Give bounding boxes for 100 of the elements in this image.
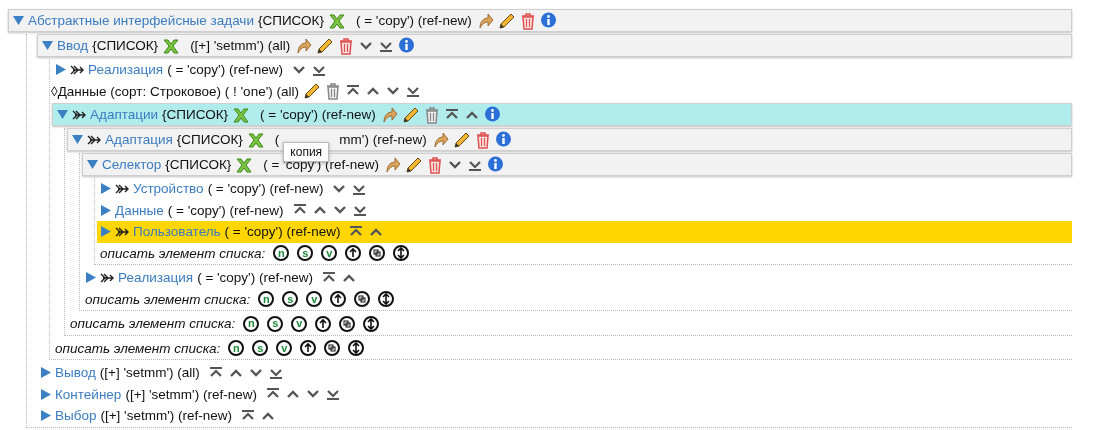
pencil-icon[interactable] [497,11,516,30]
info-icon[interactable] [487,156,505,173]
describe-item-label: описать элемент списка: [85,291,251,307]
circled-arrow-up-icon[interactable] [345,245,362,262]
tree-row[interactable]: Выбор ([+] 'setmm') (ref-new) [37,405,1072,427]
expand-triangle-icon[interactable] [55,64,66,76]
list-name[interactable]: Адаптация [105,132,173,147]
list-tag: {СПИСОК} [165,157,232,172]
curved-arrow-icon[interactable] [294,36,313,55]
letter-circle-button[interactable]: n [258,291,275,308]
trash-icon[interactable] [519,11,536,30]
qualifier-text: ([+] 'setmm') (all) [99,365,200,381]
expand-triangle-icon[interactable] [40,367,51,379]
collapse-triangle-icon[interactable] [13,15,24,26]
tree-row[interactable]: Реализация ( = 'copy') (ref-new) [52,59,1072,81]
letter-circle-button[interactable]: v [306,291,323,308]
cross-icon[interactable] [162,36,181,55]
item-name: Реализация [88,62,164,78]
circled-squares-icon[interactable] [339,315,356,332]
expand-triangle-icon[interactable] [100,183,111,195]
item-name: Пользователь [133,224,221,240]
qualifier-text: ( [274,132,280,147]
item-name: Вывод [55,365,96,381]
list-name[interactable]: Ввод [57,38,89,53]
cross-icon[interactable] [246,130,265,149]
letter-circle-button[interactable]: s [267,315,284,332]
qualifier-text: ( = 'copy') (ref-new) [224,224,341,240]
letter-circle-button[interactable]: n [243,315,260,332]
letter-circle-button[interactable]: s [297,245,314,262]
qualifier-text: ([+] 'setmm') (all) [190,38,291,53]
tree-row[interactable]: Реализация ( = 'copy') (ref-new) [82,267,1072,289]
tree-row[interactable]: Данные ( = 'copy') (ref-new) [97,199,1072,221]
describe-item-label: описать элемент списка: [55,340,221,356]
cross-icon[interactable] [232,105,251,124]
item-name: Данные [115,202,164,218]
expand-triangle-icon[interactable] [100,226,111,238]
trash-icon[interactable] [338,36,355,55]
tooltip: копия [283,141,330,162]
pencil-icon[interactable] [302,82,321,101]
item-name: Устройство [133,181,204,197]
info-icon[interactable] [483,106,501,123]
field-label: Данные (сорт: Строковое) ( ! 'one') (all) [57,83,299,99]
tree-row[interactable]: Вывод ([+] 'setmm') (all) [37,362,1072,384]
collapse-triangle-icon[interactable] [57,109,68,120]
info-icon[interactable] [494,131,512,148]
cross-icon[interactable] [327,11,346,30]
expand-triangle-icon[interactable] [40,388,51,400]
item-name: Выбор [55,408,97,424]
qualifier-text: ([+] 'setmm') (ref-new) [125,386,257,402]
expand-triangle-icon[interactable] [100,204,111,216]
circled-squares-icon[interactable] [354,291,371,308]
expand-triangle-icon[interactable] [85,272,96,284]
list-tag: {СПИСОК} [92,38,159,53]
item-name: Реализация [118,270,194,286]
qualifier-text: ( = 'copy') (ref-new) [207,181,324,197]
list-name[interactable]: Абстрактные интерфейсные задачи [28,13,254,28]
cross-icon[interactable] [235,155,254,174]
tree-row[interactable]: Устройство ( = 'copy') (ref-new) [97,178,1072,200]
list-name[interactable]: Селектор [102,157,162,172]
letter-circle-button[interactable]: n [228,340,245,357]
circled-arrow-up-icon[interactable] [300,340,317,357]
qualifier-text: ( = 'copy') (ref-new) [167,62,283,78]
info-icon[interactable] [539,12,557,29]
letter-circle-button[interactable]: v [321,245,338,262]
letter-circle-button[interactable]: v [276,340,293,357]
list-name[interactable]: Адаптации [90,107,159,122]
trash-icon[interactable] [324,82,341,101]
describe-item-label: описать элемент списка: [70,316,236,332]
circled-squares-icon[interactable] [369,245,386,262]
letter-circle-button[interactable]: s [282,291,299,308]
qualifier-text: ( = 'copy') (ref-new) [167,202,284,218]
collapse-triangle-icon[interactable] [72,134,83,145]
qualifier-text: ( = 'copy') (ref-new) [260,107,376,122]
diamond-marker: ◊ [51,83,58,99]
qualifier-text: mm') (ref-new) [339,132,427,147]
trash-icon[interactable] [423,105,440,124]
letter-circle-button[interactable]: n [273,245,290,262]
collapse-triangle-icon[interactable] [42,40,53,51]
circled-arrow-up-icon[interactable] [330,291,347,308]
pencil-icon[interactable] [401,105,420,124]
letter-circle-button[interactable]: s [252,340,269,357]
pencil-icon[interactable] [405,155,424,174]
circled-arrow-up-icon[interactable] [315,315,332,332]
list-tag: {СПИСОК} [176,132,243,147]
circled-squares-icon[interactable] [324,340,341,357]
curved-arrow-icon[interactable] [383,155,402,174]
list-tag: {СПИСОК} [162,107,229,122]
tree-row[interactable]: Контейнер ([+] 'setmm') (ref-new) [37,383,1072,405]
trash-icon[interactable] [474,130,491,149]
pencil-icon[interactable] [452,130,471,149]
pencil-icon[interactable] [316,36,335,55]
trash-icon[interactable] [427,155,444,174]
describe-item-label: описать элемент списка: [100,245,266,261]
collapse-triangle-icon[interactable] [87,159,98,170]
letter-circle-button[interactable]: v [291,315,308,332]
item-name: Контейнер [55,386,122,402]
qualifier-text: ( = 'copy') (ref-new) [355,13,472,28]
highlighted-row[interactable]: Пользователь ( = 'copy') (ref-new) [97,221,1072,243]
expand-triangle-icon[interactable] [40,410,51,422]
info-icon[interactable] [398,37,416,54]
